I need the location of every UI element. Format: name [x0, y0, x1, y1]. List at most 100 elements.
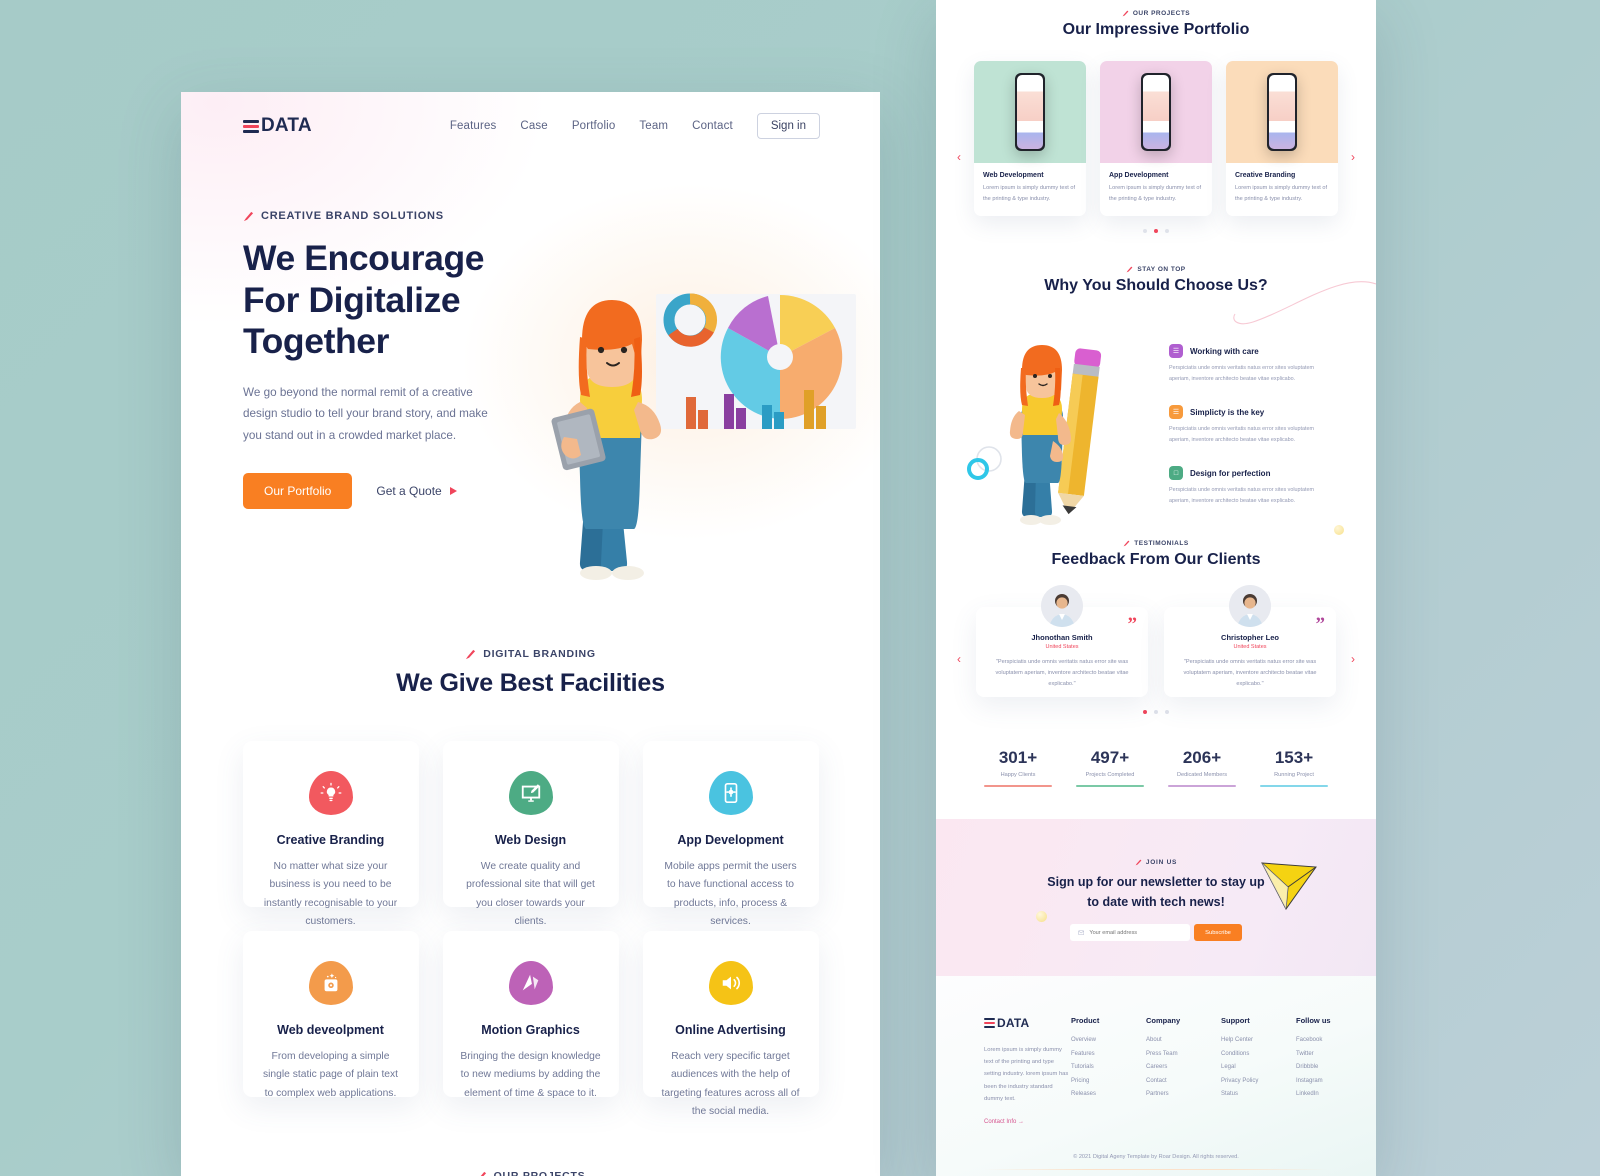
- project-thumbnail: [974, 61, 1086, 163]
- why-eyebrow: STAY ON TOP: [936, 266, 1376, 273]
- footer-column-follow: Follow us Facebook Twitter Dribbble Inst…: [1296, 1016, 1346, 1128]
- testimonials-eyebrow-text: TESTIMONIALS: [1134, 540, 1189, 547]
- stat-value: 497+: [1090, 748, 1130, 767]
- testimonial-card[interactable]: ” Jhonothan Smith United States "Perspic…: [976, 585, 1148, 697]
- newsletter-section: JOIN US Sign up for our newsletter to st…: [936, 819, 1376, 976]
- facility-text: We create quality and professional site …: [466, 861, 595, 927]
- right-page-preview: OUR PROJECTS Our Impressive Portfolio We…: [936, 0, 1376, 1176]
- carousel-dot[interactable]: [1154, 710, 1158, 714]
- nav-item-portfolio[interactable]: Portfolio: [572, 120, 616, 132]
- testimonial-carousel-dots[interactable]: [936, 710, 1376, 714]
- footer-link[interactable]: Tutorials: [1071, 1064, 1121, 1070]
- quote-icon: ”: [1127, 614, 1138, 635]
- portfolio-heading: OUR PROJECTS Our Impressive Portfolio: [936, 10, 1376, 39]
- get-a-quote-button[interactable]: Get a Quote: [376, 484, 457, 498]
- footer-link[interactable]: LinkedIn: [1296, 1091, 1346, 1097]
- project-text: Lorem ipsum is simply dummy text of the …: [1109, 185, 1202, 202]
- newsletter-title: Sign up for our newsletter to stay up to…: [1047, 875, 1265, 909]
- email-field-wrapper[interactable]: [1070, 924, 1191, 941]
- stat-underline: [1076, 785, 1144, 787]
- footer-link[interactable]: Press Team: [1146, 1051, 1196, 1057]
- contact-info-link[interactable]: Contact Info →: [984, 1119, 1024, 1125]
- facility-card[interactable]: Web deveolpment From developing a simple…: [242, 931, 419, 1099]
- testimonial-location: United States: [1045, 644, 1079, 650]
- footer-link[interactable]: Conditions: [1221, 1051, 1271, 1057]
- carousel-dot-active[interactable]: [1143, 710, 1147, 714]
- why-items-list: ☰ Working with care Perspiciatis unde om…: [1169, 344, 1334, 527]
- quote-icon: ”: [1315, 614, 1326, 635]
- portfolio-next-arrow[interactable]: ›: [1351, 150, 1355, 164]
- email-input[interactable]: [1089, 929, 1183, 936]
- footer-link[interactable]: Privacy Policy: [1221, 1078, 1271, 1084]
- footer-link[interactable]: Releases: [1071, 1091, 1121, 1097]
- stat-value: 153+: [1274, 748, 1314, 767]
- footer-link[interactable]: Legal: [1221, 1064, 1271, 1070]
- portfolio-prev-arrow[interactable]: ‹: [957, 150, 961, 164]
- footer-link[interactable]: Instagram: [1296, 1078, 1346, 1084]
- footer-logo-text: DATA: [997, 1016, 1030, 1030]
- brush-icon: [466, 649, 476, 659]
- our-portfolio-button[interactable]: Our Portfolio: [243, 472, 353, 509]
- portfolio-eyebrow-text: OUR PROJECTS: [1132, 10, 1191, 17]
- swoosh-decoration: [1233, 281, 1376, 325]
- footer-column-support: Support Help Center Conditions Legal Pri…: [1221, 1016, 1271, 1128]
- testimonial-next-arrow[interactable]: ›: [1351, 652, 1355, 666]
- carousel-dot[interactable]: [1165, 229, 1169, 234]
- hero-cta-group: Our Portfolio Get a Quote: [243, 472, 543, 509]
- hero-illustration: [551, 293, 856, 580]
- stat-underline: [1260, 785, 1328, 787]
- copyright-text: © 2021 Digital Ageny Template by Roar De…: [1073, 1153, 1239, 1160]
- logo[interactable]: DATA: [243, 115, 312, 137]
- facility-card[interactable]: Creative Branding No matter what size yo…: [242, 741, 419, 927]
- testimonial-name: Christopher Leo: [1221, 633, 1279, 642]
- footer-link[interactable]: Dribbble: [1296, 1064, 1346, 1070]
- facility-card[interactable]: Online Advertising Reach very specific t…: [642, 931, 819, 1117]
- nav-item-case[interactable]: Case: [520, 120, 547, 132]
- stat-item: 153+ Running Project: [1248, 748, 1340, 787]
- footer-link[interactable]: Features: [1071, 1051, 1121, 1057]
- footer-logo[interactable]: DATA: [984, 1016, 1071, 1030]
- brush-icon: [243, 211, 254, 221]
- stat-label: Happy Clients: [1000, 772, 1036, 778]
- stat-item: 206+ Dedicated Members: [1156, 748, 1248, 787]
- testimonial-prev-arrow[interactable]: ‹: [957, 652, 961, 666]
- footer-about: DATA Lorem ipsum is simply dummy text of…: [984, 1016, 1071, 1128]
- nav-item-features[interactable]: Features: [450, 120, 497, 132]
- monitor-pen-icon: [508, 771, 553, 815]
- stat-label: Projects Completed: [1085, 772, 1135, 778]
- project-text: Lorem ipsum is simply dummy text of the …: [1235, 185, 1328, 202]
- portfolio-title: Our Impressive Portfolio: [1062, 21, 1250, 38]
- subscribe-button[interactable]: Subscribe: [1194, 924, 1242, 941]
- portfolio-carousel-dots[interactable]: [936, 229, 1376, 234]
- project-card[interactable]: Creative Branding Lorem ipsum is simply …: [1226, 61, 1338, 217]
- footer-column-title: Product: [1071, 1016, 1100, 1025]
- newsletter-form: Subscribe: [936, 924, 1376, 941]
- footer-link[interactable]: Contact: [1146, 1078, 1196, 1084]
- footer-link[interactable]: Partners: [1146, 1091, 1196, 1097]
- project-thumbnail: [1100, 61, 1212, 163]
- footer-link[interactable]: Facebook: [1296, 1037, 1346, 1043]
- project-card[interactable]: Web Development Lorem ipsum is simply du…: [974, 61, 1086, 217]
- footer-link[interactable]: Twitter: [1296, 1051, 1346, 1057]
- sign-in-button[interactable]: Sign in: [756, 113, 820, 139]
- footer-link[interactable]: Overview: [1071, 1037, 1121, 1043]
- footer-link[interactable]: About: [1146, 1037, 1196, 1043]
- phone-mockup-icon: [1267, 73, 1297, 151]
- nav-item-contact[interactable]: Contact: [692, 120, 733, 132]
- footer-link[interactable]: Help Center: [1221, 1037, 1271, 1043]
- nav-item-team[interactable]: Team: [639, 120, 668, 132]
- carousel-dot[interactable]: [1143, 229, 1147, 234]
- facility-card[interactable]: App Development Mobile apps permit the u…: [642, 741, 819, 927]
- facility-card[interactable]: Motion Graphics Bringing the design know…: [442, 931, 619, 1099]
- footer-link[interactable]: Careers: [1146, 1064, 1196, 1070]
- footer-link[interactable]: Pricing: [1071, 1078, 1121, 1084]
- facility-card[interactable]: Web Design We create quality and profess…: [442, 741, 619, 927]
- stat-label: Dedicated Members: [1176, 772, 1228, 778]
- carousel-dot[interactable]: [1165, 710, 1169, 714]
- stat-item: 301+ Happy Clients: [972, 748, 1064, 787]
- project-card[interactable]: App Development Lorem ipsum is simply du…: [1100, 61, 1212, 217]
- testimonial-card[interactable]: ” Christopher Leo United States "Perspic…: [1164, 585, 1336, 697]
- footer-link-columns: Product Overview Features Tutorials Pric…: [1071, 1016, 1346, 1128]
- footer-link[interactable]: Status: [1221, 1091, 1271, 1097]
- carousel-dot-active[interactable]: [1154, 229, 1158, 234]
